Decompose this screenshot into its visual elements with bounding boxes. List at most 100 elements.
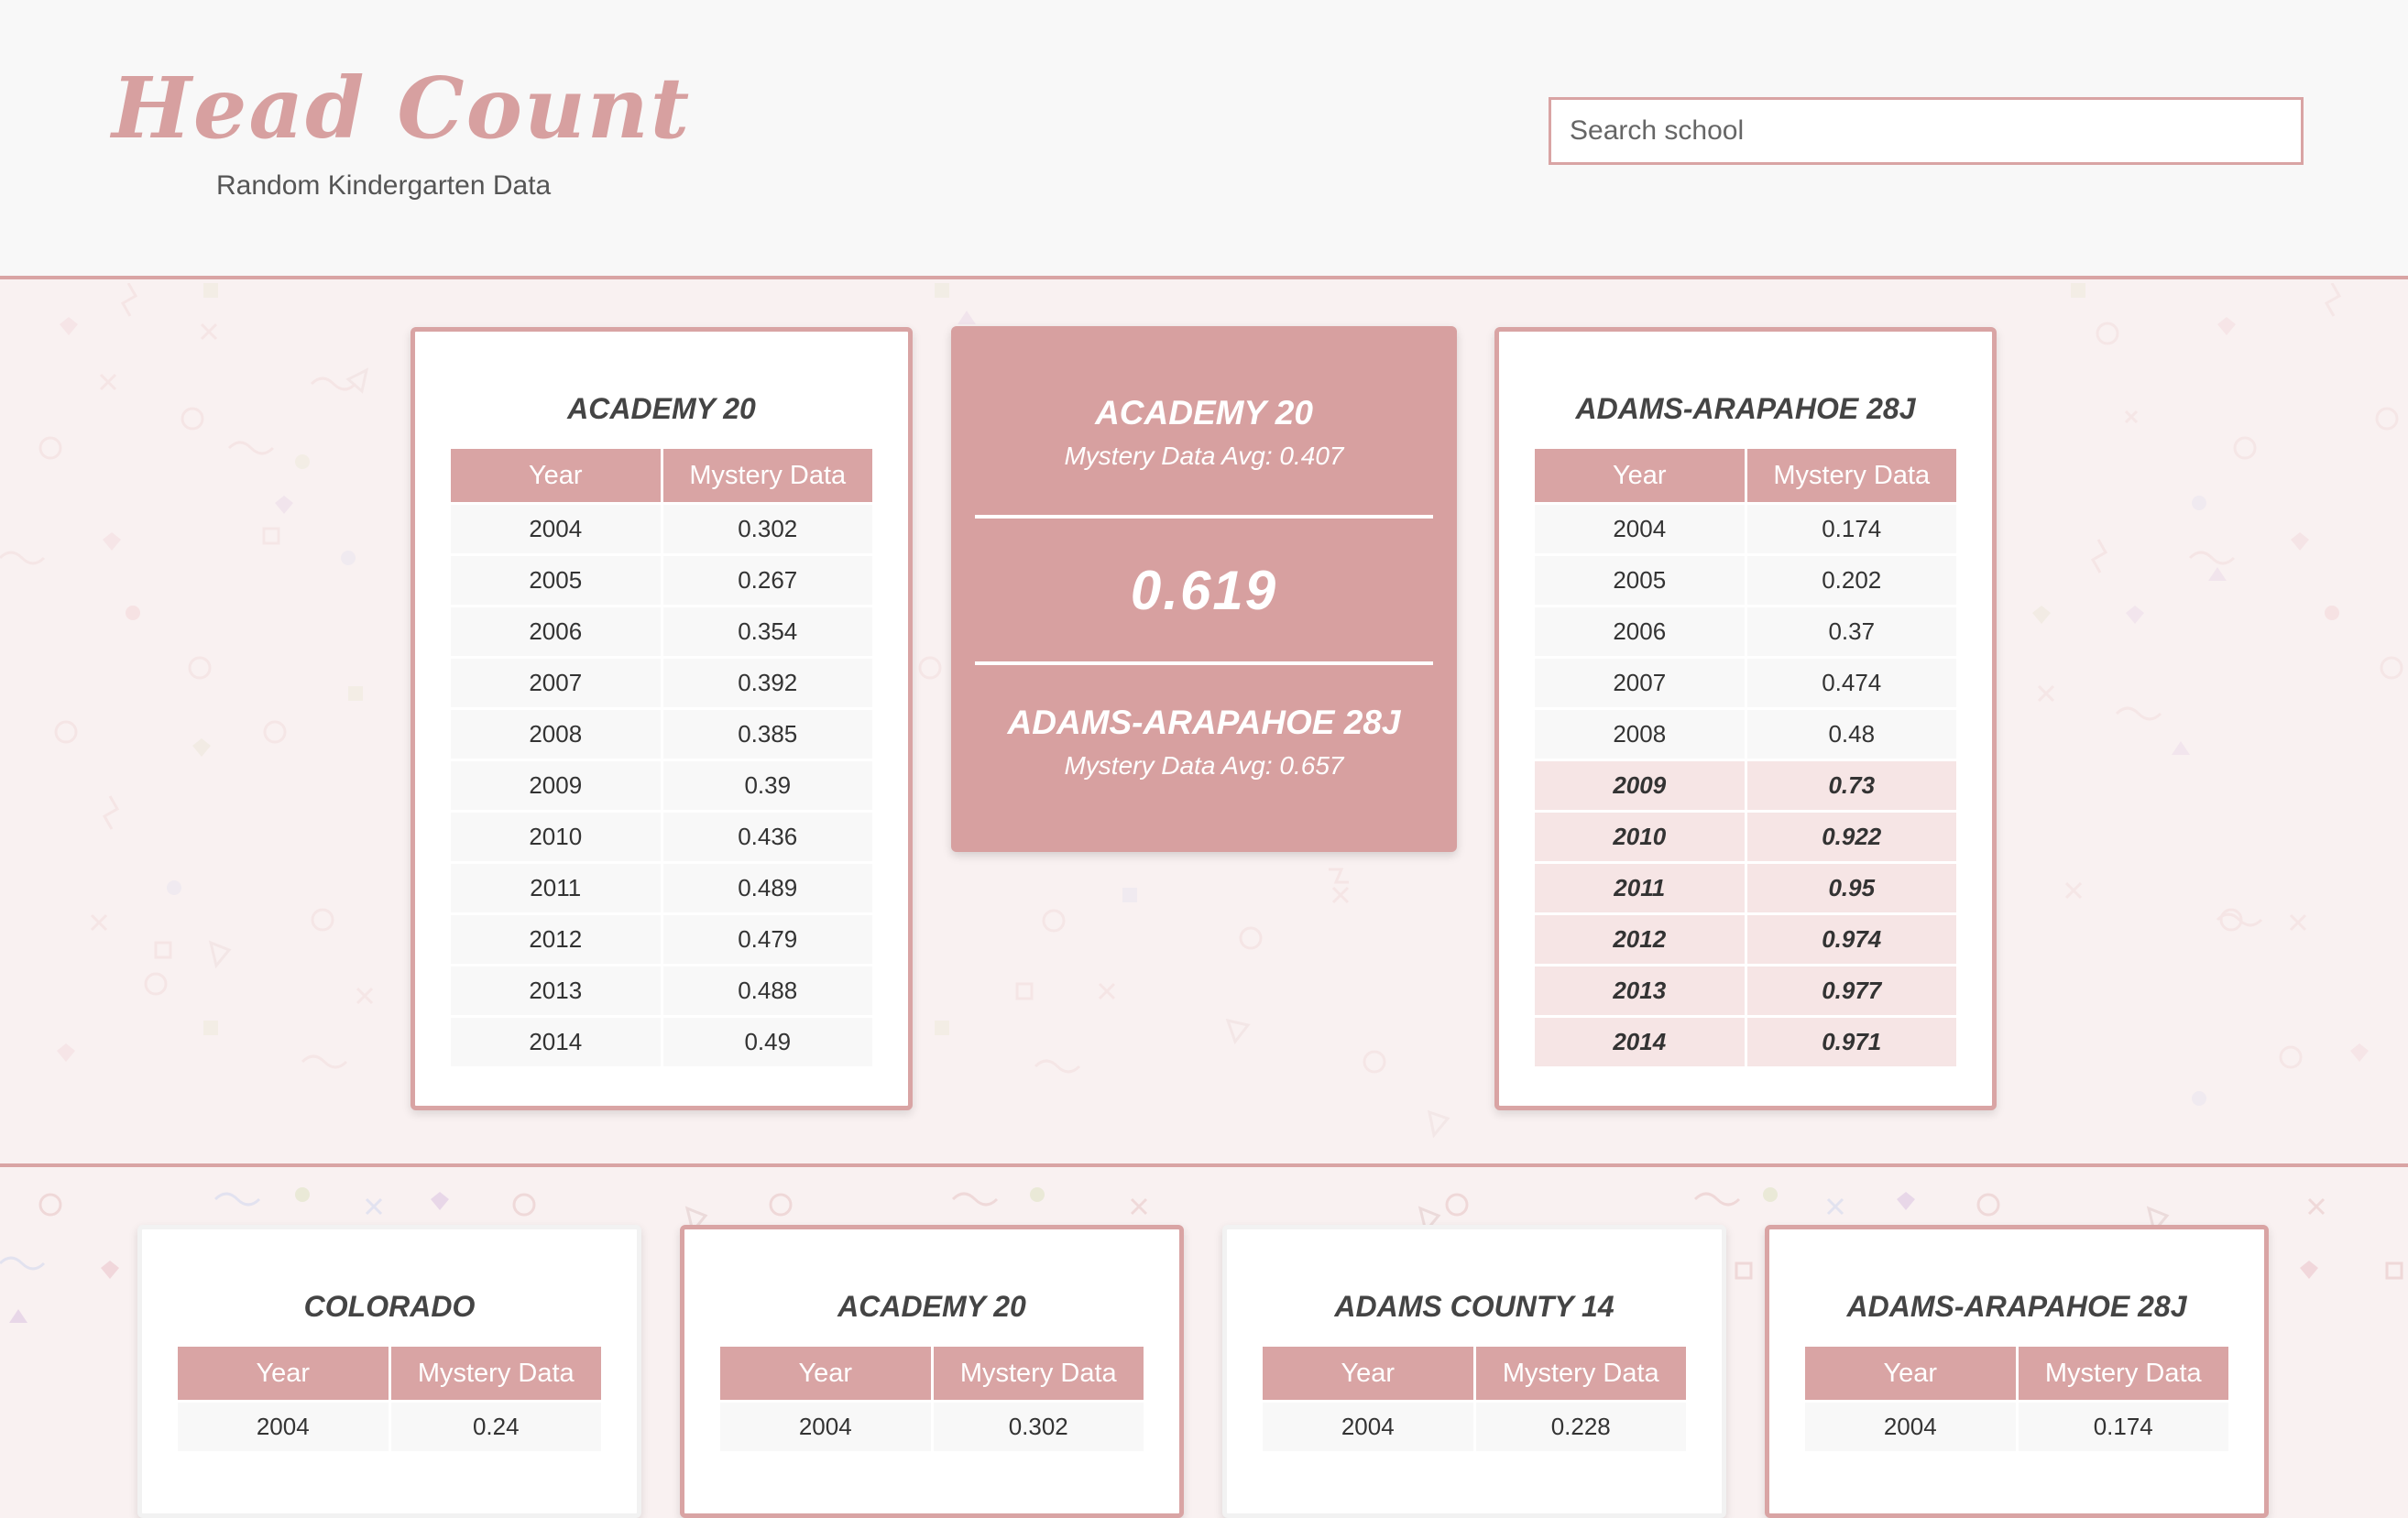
value-cell: 0.385 xyxy=(662,710,872,759)
district-name: ACADEMY 20 xyxy=(837,1290,1026,1323)
comparison-ratio: 0.619 xyxy=(1130,560,1278,621)
table-row-highlighted: 2014 0.971 xyxy=(1535,1018,1956,1066)
table-row-highlighted: 2011 0.95 xyxy=(1535,864,1956,912)
value-cell: 0.73 xyxy=(1746,761,1956,810)
column-header-year: Year xyxy=(1263,1347,1473,1400)
selected-district-card-right[interactable]: ADAMS-ARAPAHOE 28J Year Mystery Data 200… xyxy=(1494,327,1997,1110)
table-row: 2012 0.479 xyxy=(451,915,872,964)
year-cell: 2004 xyxy=(178,1403,389,1451)
table-row: 2007 0.474 xyxy=(1535,659,1956,707)
comparison-divider xyxy=(975,515,1433,519)
column-header-mystery-data: Mystery Data xyxy=(1746,449,1956,502)
year-cell: 2004 xyxy=(1805,1403,2016,1451)
district-name: ADAMS-ARAPAHOE 28J xyxy=(1846,1290,2187,1323)
comparison-top-district-name: ACADEMY 20 xyxy=(1095,394,1313,431)
year-cell: 2008 xyxy=(1535,710,1745,759)
search-school-input[interactable] xyxy=(1549,97,2304,165)
table-row: 2014 0.49 xyxy=(451,1018,872,1066)
table-row: 2005 0.267 xyxy=(451,556,872,605)
year-cell: 2007 xyxy=(451,659,661,707)
column-header-mystery-data: Mystery Data xyxy=(390,1347,601,1400)
year-cell: 2013 xyxy=(451,966,661,1015)
table-row: 2004 0.302 xyxy=(720,1403,1144,1451)
table-row-highlighted: 2013 0.977 xyxy=(1535,966,1956,1015)
value-cell: 0.479 xyxy=(662,915,872,964)
selected-district-card-left[interactable]: ACADEMY 20 Year Mystery Data 2004 0.302 2… xyxy=(410,327,913,1110)
column-header-mystery-data: Mystery Data xyxy=(1475,1347,1686,1400)
year-cell: 2005 xyxy=(1535,556,1745,605)
app-tagline: Random Kindergarten Data xyxy=(216,170,552,201)
value-cell: 0.37 xyxy=(1746,607,1956,656)
year-cell: 2014 xyxy=(1535,1018,1745,1066)
value-cell: 0.48 xyxy=(1746,710,1956,759)
value-cell: 0.24 xyxy=(390,1403,601,1451)
value-cell: 0.302 xyxy=(662,505,872,553)
year-cell: 2013 xyxy=(1535,966,1745,1015)
column-header-mystery-data: Mystery Data xyxy=(2018,1347,2228,1400)
table-row: 2008 0.48 xyxy=(1535,710,1956,759)
year-cell: 2006 xyxy=(1535,607,1745,656)
district-data-table: Year Mystery Data 2004 0.174 xyxy=(1802,1344,2231,1454)
value-cell: 0.922 xyxy=(1746,813,1956,861)
year-cell: 2011 xyxy=(1535,864,1745,912)
table-row: 2004 0.174 xyxy=(1805,1403,2228,1451)
year-cell: 2012 xyxy=(1535,915,1745,964)
comparison-bottom-district-name: ADAMS-ARAPAHOE 28J xyxy=(1007,704,1401,741)
year-cell: 2005 xyxy=(451,556,661,605)
year-cell: 2004 xyxy=(1535,505,1745,553)
app-logo[interactable]: Head Count xyxy=(112,66,691,150)
district-card-selected[interactable]: ADAMS-ARAPAHOE 28J Year Mystery Data 200… xyxy=(1765,1225,2269,1518)
column-header-mystery-data: Mystery Data xyxy=(933,1347,1144,1400)
value-cell: 0.302 xyxy=(933,1403,1144,1451)
year-cell: 2009 xyxy=(451,761,661,810)
year-cell: 2012 xyxy=(451,915,661,964)
value-cell: 0.977 xyxy=(1746,966,1956,1015)
district-name: ADAMS-ARAPAHOE 28J xyxy=(1575,392,1916,425)
year-cell: 2010 xyxy=(1535,813,1745,861)
table-row: 2013 0.488 xyxy=(451,966,872,1015)
table-row: 2011 0.489 xyxy=(451,864,872,912)
table-row: 2008 0.385 xyxy=(451,710,872,759)
district-data-table: Year Mystery Data 2004 0.302 xyxy=(717,1344,1146,1454)
district-card[interactable]: COLORADO Year Mystery Data 2004 0.24 xyxy=(137,1225,641,1518)
table-row: 2007 0.392 xyxy=(451,659,872,707)
district-name: ACADEMY 20 xyxy=(567,392,756,425)
table-row-highlighted: 2009 0.73 xyxy=(1535,761,1956,810)
column-header-year: Year xyxy=(720,1347,931,1400)
app-header: Head Count Random Kindergarten Data xyxy=(0,0,2408,279)
comparison-divider xyxy=(975,661,1433,665)
year-cell: 2007 xyxy=(1535,659,1745,707)
district-data-table: Year Mystery Data 2004 0.228 xyxy=(1260,1344,1689,1454)
column-header-year: Year xyxy=(178,1347,389,1400)
comparison-panel: ACADEMY 20 Mystery Data Avg: 0.407 0.619… xyxy=(951,326,1457,852)
district-name: ADAMS COUNTY 14 xyxy=(1334,1290,1614,1323)
comparison-top-average: Mystery Data Avg: 0.407 xyxy=(1064,442,1344,470)
table-row: 2009 0.39 xyxy=(451,761,872,810)
value-cell: 0.39 xyxy=(662,761,872,810)
year-cell: 2004 xyxy=(451,505,661,553)
table-row: 2004 0.228 xyxy=(1263,1403,1686,1451)
column-header-year: Year xyxy=(1805,1347,2016,1400)
value-cell: 0.267 xyxy=(662,556,872,605)
value-cell: 0.174 xyxy=(1746,505,1956,553)
value-cell: 0.971 xyxy=(1746,1018,1956,1066)
year-cell: 2008 xyxy=(451,710,661,759)
table-row: 2010 0.436 xyxy=(451,813,872,861)
column-header-year: Year xyxy=(451,449,661,502)
year-cell: 2014 xyxy=(451,1018,661,1066)
year-cell: 2006 xyxy=(451,607,661,656)
year-cell: 2009 xyxy=(1535,761,1745,810)
district-card-selected[interactable]: ACADEMY 20 Year Mystery Data 2004 0.302 xyxy=(680,1225,1184,1518)
comparison-bottom-average: Mystery Data Avg: 0.657 xyxy=(1064,751,1344,780)
table-row-highlighted: 2010 0.922 xyxy=(1535,813,1956,861)
table-row: 2005 0.202 xyxy=(1535,556,1956,605)
district-data-table: Year Mystery Data 2004 0.24 xyxy=(175,1344,604,1454)
value-cell: 0.489 xyxy=(662,864,872,912)
value-cell: 0.436 xyxy=(662,813,872,861)
district-data-table: Year Mystery Data 2004 0.302 2005 0.267 20… xyxy=(448,446,875,1069)
value-cell: 0.474 xyxy=(1746,659,1956,707)
year-cell: 2010 xyxy=(451,813,661,861)
district-card[interactable]: ADAMS COUNTY 14 Year Mystery Data 2004 0… xyxy=(1222,1225,1726,1518)
value-cell: 0.392 xyxy=(662,659,872,707)
value-cell: 0.174 xyxy=(2018,1403,2228,1451)
